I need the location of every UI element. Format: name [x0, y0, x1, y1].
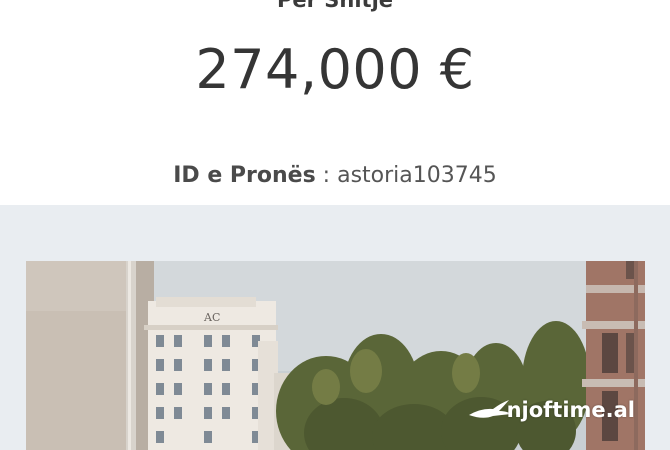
property-id: ID e Pronës : astoria103745 [0, 161, 670, 191]
property-id-label: ID e Pronës [173, 163, 316, 188]
building-sign: AC [203, 311, 220, 324]
watermark-text: njoftime.al [506, 398, 635, 422]
watermark: njoftime.al [467, 398, 635, 422]
property-photo[interactable]: AC njoftime.al [26, 261, 645, 450]
swallow-logo-icon [468, 400, 511, 418]
price: 274,000 € [195, 38, 475, 101]
listing-page: Per Shitje 274,000 € ID e Pronës : astor… [0, 0, 670, 450]
listing-type-label: Per Shitje [276, 0, 394, 12]
property-id-value: astoria103745 [337, 163, 497, 188]
listing-header: Per Shitje 274,000 € ID e Pronës : astor… [0, 0, 670, 205]
property-id-separator: : [315, 163, 338, 188]
